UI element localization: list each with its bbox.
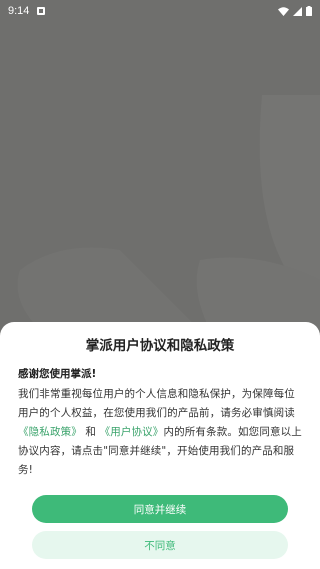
privacy-policy-link[interactable]: 《隐私政策》 — [18, 426, 82, 438]
signal-icon — [293, 6, 302, 16]
wifi-icon — [278, 6, 289, 16]
notification-a-icon — [37, 7, 46, 15]
body-text-part1: 我们非常重视每位用户的个人信息和隐私保护，为保障每位用户的个人权益，在您使用我们… — [18, 388, 295, 419]
agree-continue-button[interactable]: 同意并继续 — [32, 495, 288, 523]
agreement-dialog: 掌派用户协议和隐私政策 感谢您使用掌派! 我们非常重视每位用户的个人信息和隐私保… — [0, 322, 320, 569]
battery-icon — [306, 6, 312, 16]
dialog-greeting: 感谢您使用掌派! — [18, 368, 97, 380]
disagree-button[interactable]: 不同意 — [32, 531, 288, 559]
dialog-body: 我们非常重视每位用户的个人信息和隐私保护，为保障每位用户的个人权益，在您使用我们… — [18, 385, 302, 480]
status-left: 9:14 — [8, 5, 46, 17]
user-agreement-link[interactable]: 《用户协议》 — [100, 426, 164, 438]
status-bar: 9:14 — [0, 0, 320, 22]
status-right — [278, 6, 312, 16]
body-and-text: 和 — [85, 426, 97, 438]
bg-shape-left — [17, 247, 200, 330]
dialog-title: 掌派用户协议和隐私政策 — [85, 338, 235, 354]
status-time: 9:14 — [8, 5, 30, 17]
